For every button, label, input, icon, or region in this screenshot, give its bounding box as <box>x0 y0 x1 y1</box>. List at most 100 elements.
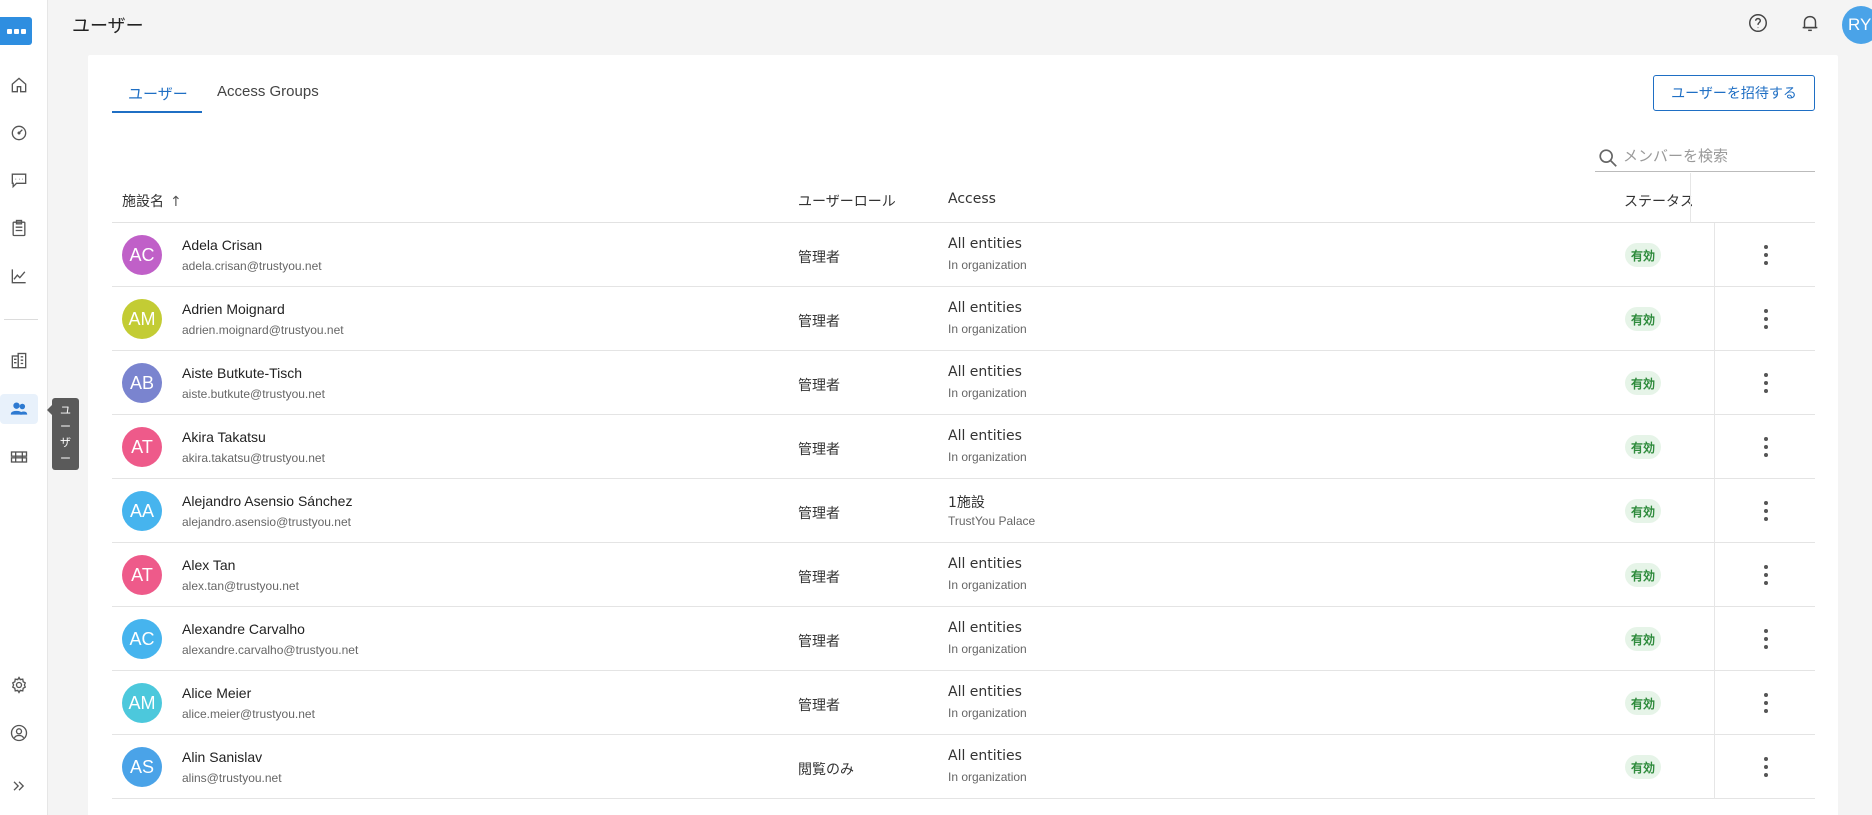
table-row[interactable]: AM Adrien Moignard adrien.moignard@trust… <box>112 287 1815 351</box>
table-row[interactable]: AC Alexandre Carvalho alexandre.carvalho… <box>112 607 1815 671</box>
table-row[interactable]: AS Alin Sanislav alins@trustyou.net 閲覧のみ… <box>112 735 1815 799</box>
tab-users[interactable]: ユーザー <box>128 83 188 113</box>
clipboard-icon[interactable] <box>4 213 34 243</box>
user-access-scope: In organization <box>948 706 1027 720</box>
user-role: 管理者 <box>798 570 840 586</box>
table-row[interactable]: AA Alejandro Asensio Sánchez alejandro.a… <box>112 479 1815 543</box>
search-field[interactable] <box>1595 140 1815 172</box>
table-row[interactable]: AC Adela Crisan adela.crisan@trustyou.ne… <box>112 223 1815 287</box>
column-header-name[interactable]: 施設名 ↑ <box>122 191 182 211</box>
user-avatar[interactable]: RY <box>1842 6 1872 44</box>
more-actions-icon[interactable] <box>1752 433 1780 461</box>
search-icon <box>1599 149 1617 167</box>
more-actions-icon[interactable] <box>1752 561 1780 589</box>
sidebar-divider <box>4 319 38 320</box>
user-access: 1施設 <box>948 495 985 511</box>
user-avatar-initials: AT <box>122 427 162 467</box>
more-actions-icon[interactable] <box>1752 497 1780 525</box>
row-divider <box>1714 735 1715 799</box>
invite-user-button[interactable]: ユーザーを招待する <box>1653 75 1815 111</box>
row-divider <box>1714 415 1715 479</box>
more-actions-icon[interactable] <box>1752 305 1780 333</box>
user-role: 管理者 <box>798 314 840 330</box>
user-name: Alin Sanislav <box>182 749 263 765</box>
status-badge: 有効 <box>1625 499 1662 523</box>
app-logo[interactable] <box>0 17 32 45</box>
messages-icon[interactable] <box>4 165 34 195</box>
user-name: Alexandre Carvalho <box>182 621 305 637</box>
table-row[interactable]: AT Alex Tan alex.tan@trustyou.net 管理者 Al… <box>112 543 1815 607</box>
more-actions-icon[interactable] <box>1752 625 1780 653</box>
more-actions-icon[interactable] <box>1752 369 1780 397</box>
user-access-scope: In organization <box>948 450 1027 464</box>
row-divider <box>1714 543 1715 607</box>
column-header-role[interactable]: ユーザーロール <box>798 191 896 211</box>
analytics-chart-icon[interactable] <box>4 261 34 291</box>
user-avatar-initials: AC <box>122 235 162 275</box>
user-avatar-initials: AT <box>122 555 162 595</box>
user-access-scope: In organization <box>948 642 1027 656</box>
user-access: All entities <box>948 748 1022 764</box>
status-badge: 有効 <box>1625 563 1662 587</box>
user-avatar-initials: AC <box>122 619 162 659</box>
column-header-access[interactable]: Access <box>948 191 996 207</box>
user-name: Adela Crisan <box>182 237 263 253</box>
column-header-status[interactable]: ステータス <box>1624 191 1692 211</box>
home-icon[interactable] <box>4 70 34 100</box>
user-access: All entities <box>948 364 1022 380</box>
user-access: All entities <box>948 556 1022 572</box>
user-access: All entities <box>948 236 1022 252</box>
active-tab-indicator <box>112 111 202 113</box>
users-table: 施設名 ↑ ユーザーロール Access ステータス AC Adela Crisa… <box>112 173 1815 799</box>
more-actions-icon[interactable] <box>1752 753 1780 781</box>
sort-ascending-icon[interactable]: ↑ <box>170 194 182 210</box>
user-email: adrien.moignard@trustyou.net <box>182 323 344 337</box>
user-role: 管理者 <box>798 442 840 458</box>
table-row[interactable]: AT Akira Takatsu akira.takatsu@trustyou.… <box>112 415 1815 479</box>
user-name: Akira Takatsu <box>182 429 266 445</box>
account-circle-icon[interactable] <box>4 718 34 748</box>
users-card: ユーザー Access Groups ユーザーを招待する 施設名 ↑ ユーザーロー… <box>88 55 1838 815</box>
row-divider <box>1714 607 1715 671</box>
user-name: Alejandro Asensio Sánchez <box>182 493 353 509</box>
notifications-bell-icon[interactable] <box>1797 10 1823 36</box>
user-access-scope: In organization <box>948 770 1027 784</box>
status-badge: 有効 <box>1625 243 1662 267</box>
user-access-scope: In organization <box>948 578 1027 592</box>
user-avatar-initials: AM <box>122 299 162 339</box>
user-role: 管理者 <box>798 698 840 714</box>
search-input[interactable] <box>1623 145 1808 167</box>
settings-gear-icon[interactable] <box>4 670 34 700</box>
user-role: 管理者 <box>798 634 840 650</box>
user-access: All entities <box>948 428 1022 444</box>
tab-access-groups[interactable]: Access Groups <box>217 83 319 113</box>
buildings-icon[interactable] <box>4 346 34 376</box>
help-icon[interactable] <box>1745 10 1771 36</box>
table-row[interactable]: AB Aiste Butkute-Tisch aiste.butkute@tru… <box>112 351 1815 415</box>
more-actions-icon[interactable] <box>1752 241 1780 269</box>
user-name: Alex Tan <box>182 557 236 573</box>
status-badge: 有効 <box>1625 435 1662 459</box>
expand-sidebar-icon[interactable] <box>4 771 34 801</box>
table-header: 施設名 ↑ ユーザーロール Access ステータス <box>112 173 1815 223</box>
page-title: ユーザー <box>72 16 144 36</box>
more-actions-icon[interactable] <box>1752 689 1780 717</box>
user-email: alejandro.asensio@trustyou.net <box>182 515 351 529</box>
status-badge: 有効 <box>1625 691 1662 715</box>
user-name: Aiste Butkute-Tisch <box>182 365 303 381</box>
dashboard-gauge-icon[interactable] <box>4 118 34 148</box>
user-email: adela.crisan@trustyou.net <box>182 259 322 273</box>
row-divider <box>1714 223 1715 287</box>
user-access: All entities <box>948 620 1022 636</box>
user-access-scope: In organization <box>948 322 1027 336</box>
user-access-scope: In organization <box>948 386 1027 400</box>
status-badge: 有効 <box>1625 755 1662 779</box>
users-icon[interactable] <box>0 394 38 424</box>
user-name: Alice Meier <box>182 685 252 701</box>
status-badge: 有効 <box>1625 307 1662 331</box>
integrations-icon[interactable] <box>4 442 34 472</box>
sidebar: ユーザー <box>0 0 79 815</box>
row-divider <box>1714 671 1715 735</box>
table-row[interactable]: AM Alice Meier alice.meier@trustyou.net … <box>112 671 1815 735</box>
user-avatar-initials: AM <box>122 683 162 723</box>
